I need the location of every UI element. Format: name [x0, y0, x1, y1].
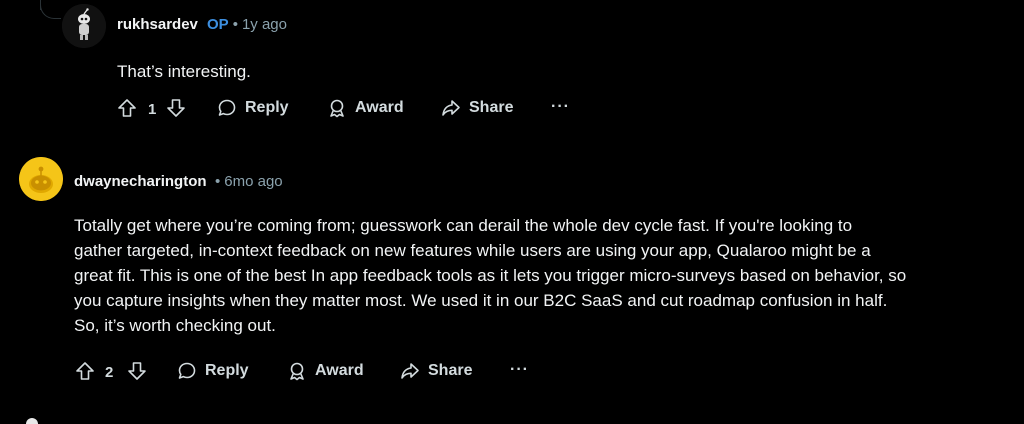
comment-body-line: great fit. This is one of the best In ap… [74, 266, 907, 285]
share-label: Share [428, 362, 473, 379]
downvote-icon [166, 98, 186, 118]
vote-count: 2 [105, 364, 114, 381]
more-options-button[interactable]: ··· [551, 98, 570, 116]
upvote-icon [117, 98, 137, 118]
op-badge: OP [207, 16, 229, 33]
comment-body-line: you capture insights when they matter mo… [74, 291, 888, 310]
reply-button[interactable]: Reply [217, 98, 289, 118]
thread-curve [40, 0, 61, 19]
share-icon [441, 98, 461, 118]
share-button[interactable]: Share [400, 361, 472, 381]
next-comment-avatar-partial [26, 418, 38, 424]
award-label: Award [315, 362, 364, 379]
comment-time[interactable]: 1y ago [242, 16, 287, 33]
downvote-icon [127, 361, 147, 381]
award-label: Award [355, 99, 404, 116]
comment-meta: • 6mo ago [215, 173, 283, 190]
comment-author[interactable]: rukhsardev [117, 16, 198, 33]
reply-label: Reply [205, 362, 249, 379]
avatar[interactable] [62, 4, 106, 48]
reply-icon [177, 361, 197, 381]
comment-meta: OP • 1y ago [207, 16, 287, 33]
snoo-avatar-icon [62, 4, 106, 48]
comment-author[interactable]: dwaynecharington [74, 173, 207, 190]
comment-body-line: Totally get where you’re coming from; gu… [74, 216, 853, 235]
award-button[interactable]: Award [327, 98, 404, 118]
vote-count: 1 [148, 101, 157, 118]
upvote-button[interactable] [117, 98, 137, 118]
award-icon [287, 361, 307, 381]
comment-body: Totally get where you’re coming from; gu… [74, 213, 1014, 338]
downvote-button[interactable] [127, 361, 147, 381]
meta-separator: • [215, 173, 221, 190]
reply-button[interactable]: Reply [177, 361, 249, 381]
comment-time[interactable]: 6mo ago [224, 173, 282, 190]
comment-body: That’s interesting. [117, 62, 251, 81]
comment-body-line: gather targeted, in-context feedback on … [74, 241, 871, 260]
avatar[interactable] [19, 157, 63, 201]
share-icon [400, 361, 420, 381]
reply-label: Reply [245, 99, 289, 116]
downvote-button[interactable] [166, 98, 186, 118]
more-options-button[interactable]: ··· [510, 361, 529, 379]
meta-separator: • [232, 16, 238, 33]
share-button[interactable]: Share [441, 98, 513, 118]
comment-body-line: So, it’s worth checking out. [74, 316, 276, 335]
reply-icon [217, 98, 237, 118]
award-icon [327, 98, 347, 118]
award-button[interactable]: Award [287, 361, 364, 381]
upvote-icon [75, 361, 95, 381]
share-label: Share [469, 99, 514, 116]
upvote-button[interactable] [75, 361, 95, 381]
snoo-avatar-icon [19, 157, 63, 201]
